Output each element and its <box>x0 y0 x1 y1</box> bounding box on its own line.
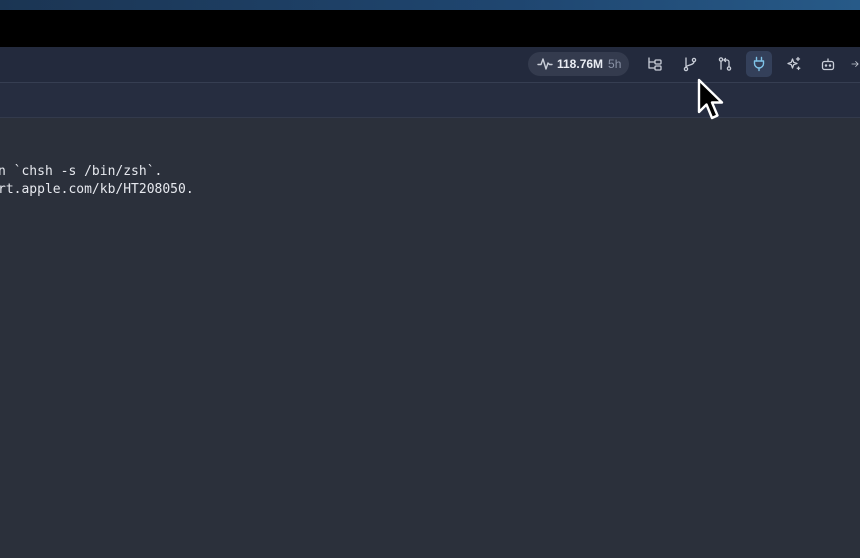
terminal-line: n `chsh -s /bin/zsh`. <box>0 164 163 179</box>
arrow-icon <box>851 61 859 67</box>
file-tree-button[interactable] <box>642 51 668 77</box>
window-title-bar <box>0 10 860 47</box>
pull-request-button[interactable] <box>712 51 738 77</box>
top-toolbar: 118.76M 5h <box>0 47 860 83</box>
ai-assist-button[interactable] <box>781 51 807 77</box>
overflow-button[interactable] <box>848 51 860 77</box>
git-branch-icon <box>683 57 697 72</box>
token-usage-period: 5h <box>608 57 622 71</box>
terminal-output[interactable]: n `chsh -s /bin/zsh`. rt.apple.com/kb/HT… <box>0 118 860 558</box>
token-usage-value: 118.76M <box>557 57 604 71</box>
tab-bar <box>0 83 860 118</box>
git-branch-button[interactable] <box>677 51 703 77</box>
sparkles-icon <box>787 56 801 71</box>
agent-bot-button[interactable] <box>815 51 841 77</box>
terminal-line: rt.apple.com/kb/HT208050. <box>0 182 194 197</box>
desktop-background-strip <box>0 0 860 10</box>
plug-icon <box>753 56 765 72</box>
activity-pulse-icon <box>537 58 553 70</box>
bot-icon <box>821 58 835 71</box>
file-tree-icon <box>648 57 662 71</box>
plugins-button[interactable] <box>746 51 772 77</box>
git-pull-request-icon <box>718 57 732 71</box>
token-usage-indicator[interactable]: 118.76M 5h <box>528 52 629 76</box>
